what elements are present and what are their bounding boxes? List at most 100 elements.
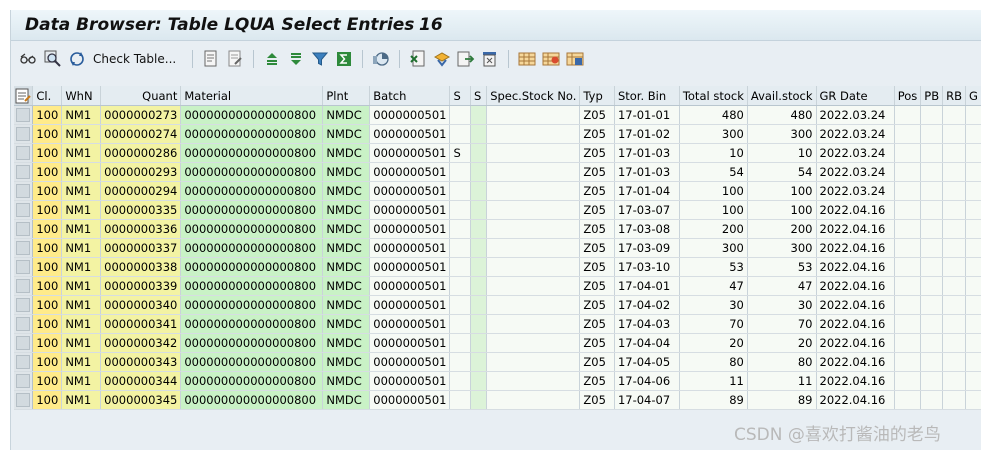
table-cell[interactable]: 47 xyxy=(747,276,817,296)
magnify-icon[interactable] xyxy=(43,49,63,69)
table-cell[interactable]: 70 xyxy=(747,314,817,334)
table-row[interactable]: 100 NM1 0000000341 000000000000000800 NMDC 00… xyxy=(14,314,981,334)
table-row[interactable]: 100 NM1 0000000345 000000000000000800 NMDC 00… xyxy=(14,390,981,410)
edit-icon[interactable] xyxy=(225,49,245,69)
print-icon[interactable] xyxy=(480,49,500,69)
column-header[interactable]: S xyxy=(449,86,471,106)
table-cell[interactable] xyxy=(449,238,471,258)
table-cell[interactable] xyxy=(965,200,981,220)
table-cell[interactable]: NM1 xyxy=(61,352,102,372)
row-selector[interactable] xyxy=(14,390,34,410)
column-header[interactable]: G xyxy=(965,86,981,106)
table-cell[interactable]: 100 xyxy=(32,143,63,163)
table-cell[interactable] xyxy=(449,257,471,277)
table-cell[interactable]: NMDC xyxy=(322,276,371,296)
table-row[interactable]: 100 NM1 0000000286 000000000000000800 NMDC 00… xyxy=(14,143,981,163)
table-cell[interactable] xyxy=(486,181,581,201)
table-cell[interactable] xyxy=(486,371,581,391)
table-cell[interactable]: 100 xyxy=(679,200,748,220)
row-selector[interactable] xyxy=(14,105,34,125)
table-cell[interactable]: 17-03-07 xyxy=(614,200,680,220)
table-cell[interactable] xyxy=(894,333,922,353)
table-cell[interactable]: NM1 xyxy=(61,257,102,277)
table-cell[interactable]: 2022.04.16 xyxy=(816,314,895,334)
table-cell[interactable]: NM1 xyxy=(61,124,102,144)
table-cell[interactable]: 2022.03.24 xyxy=(816,124,895,144)
row-selector[interactable] xyxy=(14,276,34,296)
table-cell[interactable]: 000000000000000800 xyxy=(180,162,324,182)
table-cell[interactable]: 2022.04.16 xyxy=(816,257,895,277)
table-cell[interactable]: 100 xyxy=(32,295,63,315)
table-row[interactable]: 100 NM1 0000000338 000000000000000800 NMDC 00… xyxy=(14,257,981,277)
table-cell[interactable]: 89 xyxy=(747,390,817,410)
column-header[interactable]: Typ xyxy=(579,86,615,106)
table-row[interactable]: 100 NM1 0000000293 000000000000000800 NMDC 00… xyxy=(14,162,981,182)
table-cell[interactable]: 0000000343 xyxy=(100,352,182,372)
table-cell[interactable]: NMDC xyxy=(322,181,371,201)
table-cell[interactable] xyxy=(449,219,471,239)
column-header[interactable]: Batch xyxy=(369,86,451,106)
column-header[interactable]: Avail.stock xyxy=(747,86,817,106)
table-cell[interactable] xyxy=(965,124,981,144)
column-header[interactable]: S xyxy=(470,86,488,106)
table-cell[interactable]: 0000000340 xyxy=(100,295,182,315)
table-cell[interactable]: 000000000000000800 xyxy=(180,257,324,277)
table-cell[interactable] xyxy=(920,276,944,296)
table-cell[interactable] xyxy=(470,295,488,315)
table-row[interactable]: 100 NM1 0000000294 000000000000000800 NMDC 00… xyxy=(14,181,981,201)
table-cell[interactable]: NM1 xyxy=(61,276,102,296)
table-cell[interactable]: NM1 xyxy=(61,314,102,334)
table-cell[interactable]: Z05 xyxy=(579,390,615,410)
table-cell[interactable]: 100 xyxy=(32,314,63,334)
sort-descending-icon[interactable] xyxy=(286,49,306,69)
row-selector[interactable] xyxy=(14,333,34,353)
glasses-icon[interactable] xyxy=(19,49,39,69)
table-row[interactable]: 100 NM1 0000000335 000000000000000800 NMDC 00… xyxy=(14,200,981,220)
table-cell[interactable]: 100 xyxy=(32,257,63,277)
table-cell[interactable] xyxy=(470,238,488,258)
table-cell[interactable] xyxy=(942,295,966,315)
table-cell[interactable]: 100 xyxy=(32,124,63,144)
filter-icon[interactable] xyxy=(310,49,330,69)
table-cell[interactable]: 2022.04.16 xyxy=(816,276,895,296)
table-cell[interactable]: NMDC xyxy=(322,143,371,163)
table-cell[interactable]: 17-04-02 xyxy=(614,295,680,315)
table-cell[interactable]: 0000000501 xyxy=(369,124,451,144)
table-cell[interactable] xyxy=(470,200,488,220)
table-cell[interactable] xyxy=(965,371,981,391)
table-cell[interactable]: 300 xyxy=(679,124,748,144)
table-cell[interactable] xyxy=(965,181,981,201)
table-cell[interactable]: 2022.03.24 xyxy=(816,105,895,125)
table-cell[interactable]: 0000000338 xyxy=(100,257,182,277)
table-cell[interactable]: 17-03-10 xyxy=(614,257,680,277)
table-cell[interactable]: 0000000501 xyxy=(369,238,451,258)
table-cell[interactable]: 100 xyxy=(32,238,63,258)
table-cell[interactable]: NMDC xyxy=(322,124,371,144)
table-cell[interactable]: 0000000342 xyxy=(100,333,182,353)
table-cell[interactable] xyxy=(486,124,581,144)
table-cell[interactable]: 0000000344 xyxy=(100,371,182,391)
row-selector[interactable] xyxy=(14,352,34,372)
table-cell[interactable]: 54 xyxy=(747,162,817,182)
table-cell[interactable] xyxy=(942,181,966,201)
table-cell[interactable]: 100 xyxy=(32,162,63,182)
table-cell[interactable] xyxy=(894,295,922,315)
column-header[interactable]: Spec.Stock No. xyxy=(486,86,581,106)
table-cell[interactable]: NMDC xyxy=(322,219,371,239)
table-cell[interactable]: NM1 xyxy=(61,390,102,410)
table-cell[interactable]: 0000000501 xyxy=(369,371,451,391)
row-selector[interactable] xyxy=(14,124,34,144)
table-cell[interactable] xyxy=(942,314,966,334)
row-selector[interactable] xyxy=(14,314,34,334)
table-cell[interactable]: NM1 xyxy=(61,162,102,182)
table-cell[interactable] xyxy=(920,200,944,220)
table-cell[interactable]: NMDC xyxy=(322,200,371,220)
table-cell[interactable] xyxy=(449,105,471,125)
table-cell[interactable] xyxy=(965,390,981,410)
table-cell[interactable]: Z05 xyxy=(579,238,615,258)
table-cell[interactable] xyxy=(965,238,981,258)
table-cell[interactable]: 000000000000000800 xyxy=(180,333,324,353)
table-cell[interactable]: 0000000501 xyxy=(369,352,451,372)
table-cell[interactable]: 100 xyxy=(679,181,748,201)
table-cell[interactable] xyxy=(470,352,488,372)
